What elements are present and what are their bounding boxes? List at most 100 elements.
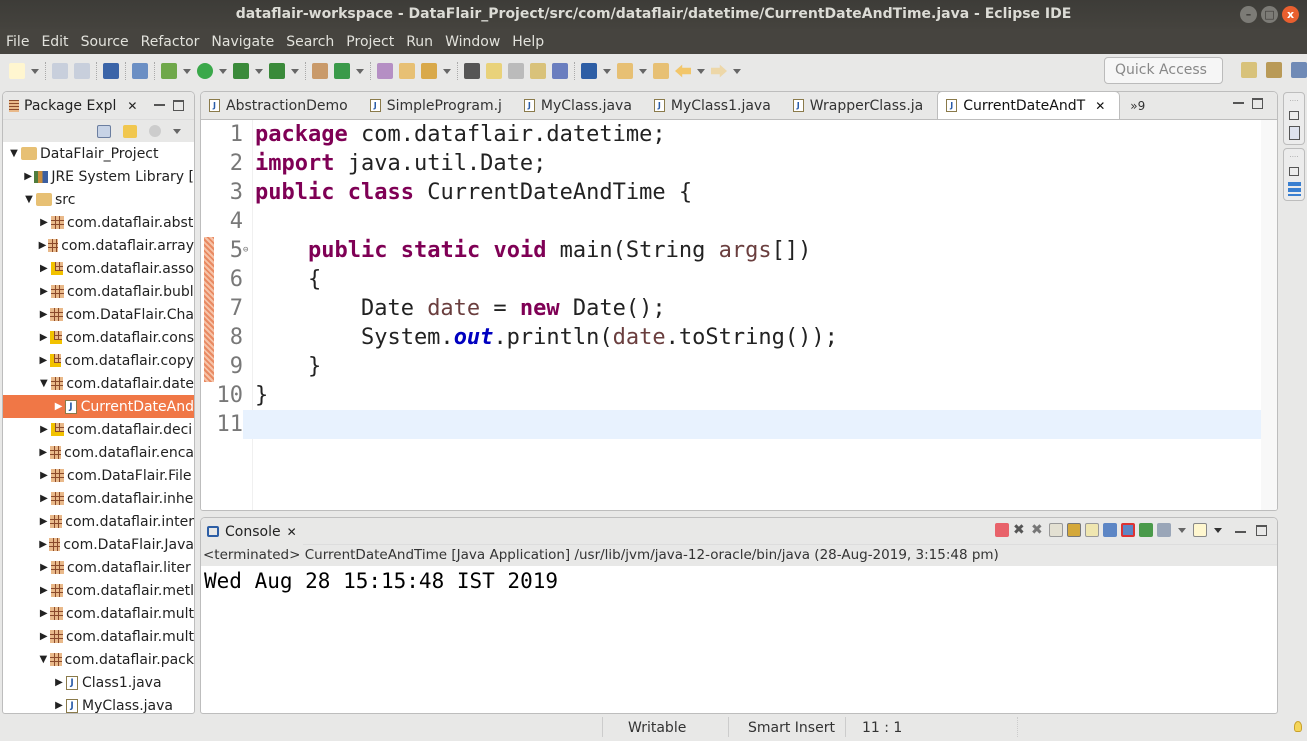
- tree-item[interactable]: ▶ com.DataFlair.Java: [3, 533, 194, 556]
- close-window-button[interactable]: x: [1282, 6, 1299, 23]
- close-icon[interactable]: ✕: [287, 525, 297, 539]
- code-line[interactable]: 7 Date date = new Date();: [201, 294, 1261, 323]
- expand-arrow-icon[interactable]: ▶: [37, 608, 50, 619]
- collapse-arrow-icon[interactable]: ▼: [7, 148, 21, 159]
- expand-arrow-icon[interactable]: ▶: [37, 631, 50, 642]
- minimize-window-button[interactable]: –: [1240, 6, 1257, 23]
- quick-access-input[interactable]: Quick Access: [1104, 57, 1223, 84]
- console-tab[interactable]: Console ✕: [201, 518, 303, 545]
- debug-icon[interactable]: [161, 63, 177, 79]
- editor-tab[interactable]: J MyClass1.java: [646, 92, 785, 119]
- code-line[interactable]: 9 }: [201, 352, 1261, 381]
- menu-project[interactable]: Project: [346, 34, 394, 50]
- overview-ruler[interactable]: [1261, 120, 1277, 510]
- menu-refactor[interactable]: Refactor: [141, 34, 200, 50]
- focus-active-task-icon[interactable]: [149, 125, 161, 137]
- expand-arrow-icon[interactable]: ▶: [37, 355, 50, 366]
- tree-item[interactable]: ▶ com.dataflair.abst: [3, 211, 194, 234]
- previous-annotation-icon[interactable]: [617, 63, 633, 79]
- save-all-icon[interactable]: [74, 63, 90, 79]
- scroll-lock-icon[interactable]: [1067, 523, 1081, 537]
- tree-item[interactable]: ▶ J Class1.java: [3, 671, 194, 694]
- display-console-dropdown[interactable]: [1178, 527, 1186, 533]
- new-java-class-dropdown[interactable]: [356, 68, 364, 74]
- tree-item[interactable]: ▶ com.dataflair.enca: [3, 441, 194, 464]
- menu-run[interactable]: Run: [406, 34, 433, 50]
- last-edit-location-icon[interactable]: [653, 63, 669, 79]
- more-tabs-button[interactable]: »9: [1120, 92, 1159, 119]
- toggle-highlight-icon[interactable]: [486, 63, 502, 79]
- search-dropdown[interactable]: [443, 68, 451, 74]
- word-wrap-icon[interactable]: [530, 63, 546, 79]
- collapse-arrow-icon[interactable]: ▼: [37, 378, 51, 389]
- toggle-block-selection-icon[interactable]: [508, 63, 524, 79]
- code-line[interactable]: 10}: [201, 381, 1261, 410]
- collapse-arrow-icon[interactable]: ▼: [22, 194, 36, 205]
- previous-annotation-dropdown[interactable]: [639, 68, 647, 74]
- new-java-class-icon[interactable]: [334, 63, 350, 79]
- remove-launch-icon[interactable]: ✖: [1013, 523, 1027, 537]
- expand-arrow-icon[interactable]: ▶: [37, 585, 51, 596]
- close-icon[interactable]: ✕: [127, 99, 137, 113]
- menu-navigate[interactable]: Navigate: [211, 34, 274, 50]
- expand-arrow-icon[interactable]: ▶: [37, 217, 51, 228]
- expand-arrow-icon[interactable]: ▶: [52, 700, 66, 711]
- coverage-dropdown[interactable]: [255, 68, 263, 74]
- lightbulb-icon[interactable]: [1294, 721, 1302, 732]
- task-list-icon[interactable]: [1288, 126, 1300, 140]
- tree-item[interactable]: ▶ com.dataflair.inter: [3, 510, 194, 533]
- maximize-console-icon[interactable]: [1256, 524, 1267, 536]
- expand-arrow-icon[interactable]: ▶: [37, 286, 51, 297]
- java-ee-perspective-icon[interactable]: [1266, 62, 1282, 78]
- show-on-stderr-icon[interactable]: [1121, 523, 1135, 537]
- tree-item[interactable]: ▼ src: [3, 188, 194, 211]
- new-icon[interactable]: [9, 63, 25, 79]
- save-icon[interactable]: [52, 63, 68, 79]
- show-on-stdout-icon[interactable]: [1103, 523, 1117, 537]
- menu-file[interactable]: File: [6, 34, 29, 50]
- open-console-dropdown[interactable]: [1214, 527, 1222, 533]
- new-java-package-icon[interactable]: [312, 63, 328, 79]
- tree-item[interactable]: ▶ com.dataflair.mult: [3, 602, 194, 625]
- tree-item[interactable]: ▶ com.DataFlair.File: [3, 464, 194, 487]
- maximize-window-button[interactable]: □: [1261, 6, 1278, 23]
- tree-item[interactable]: ▶ com.dataflair.asso: [3, 257, 194, 280]
- expand-arrow-icon[interactable]: ▶: [37, 309, 50, 320]
- editor-tab[interactable]: J MyClass.java: [516, 92, 646, 119]
- tree-item[interactable]: ▶ com.dataflair.metl: [3, 579, 194, 602]
- open-console-icon[interactable]: [1193, 523, 1207, 537]
- open-type-icon[interactable]: [377, 63, 393, 79]
- code-editor[interactable]: 1 package com.dataflair.datetime; 2 import …: [201, 120, 1261, 510]
- maximize-editor-icon[interactable]: [1252, 98, 1263, 109]
- restore-icon[interactable]: [1289, 167, 1299, 176]
- expand-arrow-icon[interactable]: ▶: [37, 332, 50, 343]
- terminal-icon[interactable]: [103, 63, 119, 79]
- maximize-view-icon[interactable]: [173, 100, 184, 111]
- expand-arrow-icon[interactable]: ▶: [37, 562, 51, 573]
- link-with-editor-icon[interactable]: [123, 124, 137, 138]
- open-task-icon[interactable]: [399, 63, 415, 79]
- editor-tab[interactable]: J AbstractionDemo: [201, 92, 362, 119]
- word-wrap-icon[interactable]: [1085, 523, 1099, 537]
- restore-icon[interactable]: [1289, 111, 1299, 120]
- forward-dropdown[interactable]: [733, 68, 741, 74]
- tree-item[interactable]: ▶ com.dataflair.copy: [3, 349, 194, 372]
- pin-console-icon[interactable]: [1139, 523, 1153, 537]
- code-line[interactable]: 5 ⊖ public static void main(String args[]…: [201, 236, 1261, 265]
- close-icon[interactable]: ✕: [1095, 99, 1105, 113]
- next-annotation-icon[interactable]: [581, 63, 597, 79]
- console-output[interactable]: Wed Aug 28 15:15:48 IST 2019: [201, 566, 1277, 596]
- view-menu-icon[interactable]: [173, 128, 181, 134]
- tree-item[interactable]: ▼ DataFlair_Project: [3, 142, 194, 165]
- outline-icon[interactable]: [1287, 182, 1301, 196]
- show-whitespace-icon[interactable]: [552, 63, 568, 79]
- tree-item[interactable]: ▼ com.dataflair.pack: [3, 648, 194, 671]
- editor-tab[interactable]: J SimpleProgram.j: [362, 92, 516, 119]
- open-perspective-icon[interactable]: [1241, 62, 1257, 78]
- forward-icon[interactable]: [711, 63, 727, 79]
- display-console-icon[interactable]: [1157, 523, 1171, 537]
- expand-arrow-icon[interactable]: ▶: [37, 516, 50, 527]
- back-dropdown[interactable]: [697, 68, 705, 74]
- editor-tab[interactable]: J CurrentDateAndT ✕: [937, 92, 1121, 119]
- tree-item[interactable]: ▶ com.dataflair.mult: [3, 625, 194, 648]
